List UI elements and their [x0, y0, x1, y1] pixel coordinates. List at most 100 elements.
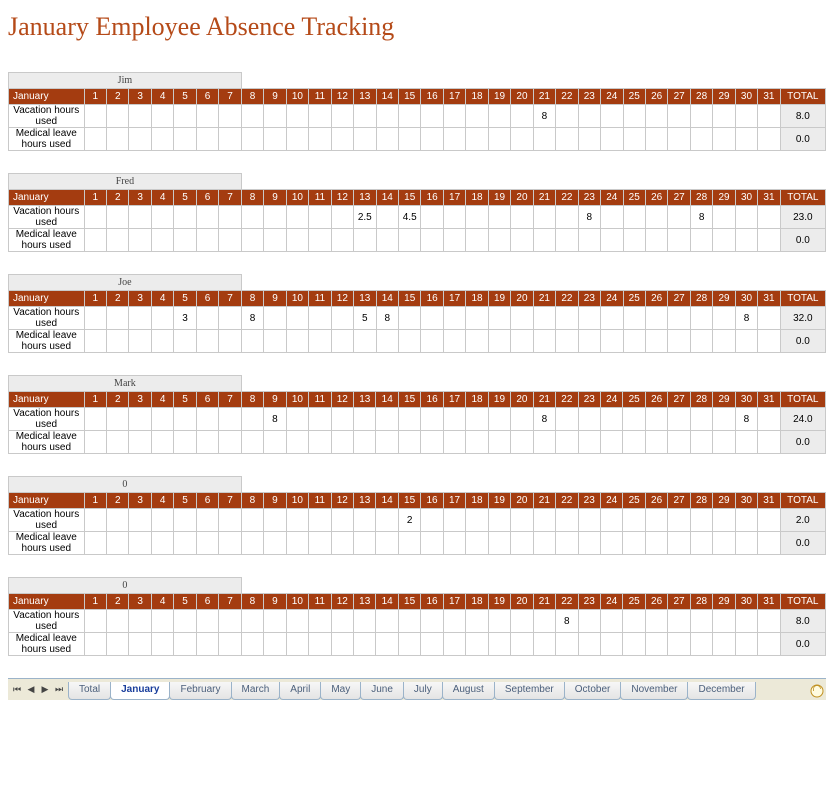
day-cell[interactable] — [556, 307, 578, 330]
day-cell[interactable] — [758, 408, 780, 431]
day-cell[interactable]: 8 — [578, 206, 600, 229]
day-cell[interactable] — [690, 532, 712, 555]
day-cell[interactable] — [398, 408, 420, 431]
sheet-tab[interactable]: November — [620, 682, 688, 700]
day-cell[interactable] — [601, 408, 623, 431]
day-cell[interactable]: 2.5 — [354, 206, 376, 229]
day-cell[interactable] — [309, 206, 331, 229]
day-cell[interactable] — [443, 330, 465, 353]
day-cell[interactable] — [758, 610, 780, 633]
day-cell[interactable] — [735, 105, 757, 128]
day-cell[interactable] — [421, 633, 443, 656]
day-cell[interactable] — [286, 532, 308, 555]
day-cell[interactable] — [578, 610, 600, 633]
day-cell[interactable] — [690, 307, 712, 330]
day-cell[interactable] — [107, 128, 129, 151]
day-cell[interactable] — [107, 408, 129, 431]
day-cell[interactable] — [241, 509, 263, 532]
day-cell[interactable] — [600, 532, 622, 555]
day-cell[interactable] — [264, 633, 286, 656]
day-cell[interactable] — [286, 408, 308, 431]
day-cell[interactable] — [151, 408, 173, 431]
day-cell[interactable] — [219, 408, 242, 431]
day-cell[interactable] — [668, 105, 690, 128]
day-cell[interactable] — [511, 330, 533, 353]
day-cell[interactable] — [578, 307, 600, 330]
day-cell[interactable] — [398, 105, 420, 128]
day-cell[interactable] — [264, 128, 286, 151]
day-cell[interactable] — [264, 509, 286, 532]
day-cell[interactable] — [196, 610, 218, 633]
day-cell[interactable] — [668, 128, 690, 151]
day-cell[interactable] — [107, 330, 129, 353]
day-cell[interactable] — [174, 206, 196, 229]
day-cell[interactable] — [466, 229, 488, 252]
day-cell[interactable]: 2 — [398, 509, 420, 532]
day-cell[interactable] — [219, 128, 242, 151]
day-cell[interactable] — [353, 509, 375, 532]
day-cell[interactable] — [84, 307, 106, 330]
day-cell[interactable] — [241, 229, 263, 252]
day-cell[interactable] — [174, 532, 196, 555]
day-cell[interactable]: 8 — [241, 307, 263, 330]
day-cell[interactable] — [533, 532, 555, 555]
day-cell[interactable] — [645, 105, 667, 128]
day-cell[interactable] — [151, 105, 173, 128]
day-cell[interactable] — [713, 610, 735, 633]
day-cell[interactable] — [398, 307, 420, 330]
day-cell[interactable] — [151, 610, 173, 633]
day-cell[interactable] — [601, 330, 623, 353]
day-cell[interactable] — [174, 105, 196, 128]
day-cell[interactable] — [129, 307, 151, 330]
day-cell[interactable] — [488, 610, 510, 633]
day-cell[interactable] — [219, 330, 242, 353]
day-cell[interactable] — [511, 229, 533, 252]
day-cell[interactable] — [713, 229, 735, 252]
day-cell[interactable] — [241, 633, 263, 656]
day-cell[interactable] — [331, 610, 353, 633]
day-cell[interactable] — [623, 206, 645, 229]
day-cell[interactable] — [196, 633, 218, 656]
day-cell[interactable] — [129, 128, 151, 151]
day-cell[interactable] — [84, 431, 106, 454]
day-cell[interactable] — [668, 610, 690, 633]
day-cell[interactable] — [713, 307, 735, 330]
day-cell[interactable] — [668, 206, 690, 229]
day-cell[interactable] — [309, 431, 331, 454]
day-cell[interactable] — [196, 105, 218, 128]
day-cell[interactable] — [511, 105, 533, 128]
day-cell[interactable] — [623, 307, 645, 330]
day-cell[interactable] — [511, 307, 533, 330]
day-cell[interactable] — [623, 330, 645, 353]
day-cell[interactable] — [668, 532, 690, 555]
day-cell[interactable] — [84, 610, 106, 633]
sheet-tab[interactable]: September — [494, 682, 565, 700]
nav-last-icon[interactable]: ⏭ — [52, 682, 66, 698]
sheet-tab[interactable]: June — [360, 682, 404, 700]
day-cell[interactable] — [556, 128, 578, 151]
day-cell[interactable] — [309, 330, 331, 353]
day-cell[interactable] — [129, 610, 151, 633]
day-cell[interactable] — [488, 408, 510, 431]
day-cell[interactable] — [713, 509, 735, 532]
day-cell[interactable] — [466, 633, 488, 656]
day-cell[interactable] — [331, 128, 353, 151]
day-cell[interactable] — [690, 408, 712, 431]
day-cell[interactable] — [309, 532, 331, 555]
day-cell[interactable] — [578, 408, 600, 431]
day-cell[interactable] — [264, 610, 286, 633]
day-cell[interactable] — [533, 431, 555, 454]
day-cell[interactable] — [376, 431, 398, 454]
day-cell[interactable] — [578, 532, 600, 555]
day-cell[interactable]: 4.5 — [398, 206, 420, 229]
day-cell[interactable] — [219, 307, 242, 330]
day-cell[interactable] — [151, 330, 173, 353]
day-cell[interactable] — [690, 633, 712, 656]
day-cell[interactable] — [600, 509, 622, 532]
day-cell[interactable] — [107, 509, 129, 532]
day-cell[interactable] — [735, 610, 757, 633]
day-cell[interactable] — [713, 330, 735, 353]
day-cell[interactable] — [174, 633, 196, 656]
day-cell[interactable] — [196, 509, 218, 532]
day-cell[interactable] — [578, 128, 600, 151]
